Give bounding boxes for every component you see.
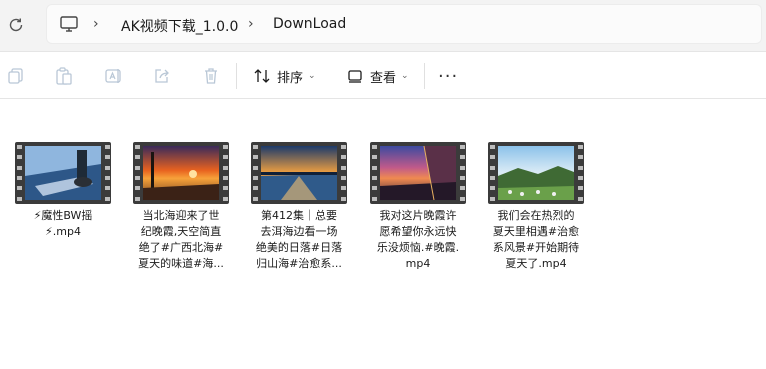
view-icon (348, 70, 362, 83)
toolbar-divider (424, 63, 425, 89)
file-name: 我们会在热烈的 夏天里相遇#治愈 系风景#开始期待 夏天了.mp4 (492, 209, 580, 270)
file-item[interactable]: 我们会在热烈的 夏天里相遇#治愈 系风景#开始期待 夏天了.mp4 (481, 142, 591, 272)
view-button[interactable]: 查看 ⌄ (346, 65, 409, 87)
command-bar: 排序 ⌄ 查看 ⌄ ··· (0, 53, 766, 99)
chevron-right-icon[interactable]: › (248, 16, 254, 32)
toolbar-divider (236, 63, 237, 89)
paste-icon[interactable] (54, 66, 74, 86)
this-pc-icon[interactable] (59, 15, 79, 33)
breadcrumb[interactable]: › AK视频下载_1.0.0 › DownLoad (46, 4, 762, 44)
file-name: 第412集｜总要 去洱海边看一场 绝美的日落#日落 归山海#治愈系... (255, 209, 343, 270)
chevron-down-icon: ⌄ (308, 71, 316, 81)
chevron-down-icon: ⌄ (401, 71, 409, 81)
file-item[interactable]: ⚡魔性BW摇 ⚡.mp4 (8, 142, 118, 240)
refresh-icon[interactable] (7, 16, 25, 34)
breadcrumb-item-download[interactable]: DownLoad (273, 16, 346, 32)
file-item[interactable]: 当北海迎来了世 纪晚霞,天空简直 绝了#广西北海# 夏天的味道#海... (126, 142, 236, 272)
file-name: 当北海迎来了世 纪晚霞,天空简直 绝了#广西北海# 夏天的味道#海... (138, 209, 224, 270)
file-item[interactable]: 第412集｜总要 去洱海边看一场 绝美的日落#日落 归山海#治愈系... (244, 142, 354, 272)
breadcrumb-item-ak-download[interactable]: AK视频下载_1.0.0 (121, 16, 238, 36)
address-bar: › AK视频下载_1.0.0 › DownLoad (0, 0, 766, 52)
rename-icon[interactable] (104, 66, 124, 86)
file-name: 我对这片晚霞许 愿希望你永远快 乐没烦恼.#晚霞. mp4 (376, 209, 460, 270)
file-name: ⚡魔性BW摇 ⚡.mp4 (33, 209, 93, 238)
share-icon[interactable] (152, 66, 172, 86)
video-thumbnail (251, 142, 347, 204)
video-thumbnail (370, 142, 466, 204)
view-label: 查看 (370, 70, 397, 86)
video-thumbnail (488, 142, 584, 204)
more-options-button[interactable]: ··· (438, 66, 458, 87)
video-thumbnail (15, 142, 111, 204)
sort-label: 排序 (277, 70, 304, 86)
delete-icon[interactable] (201, 66, 221, 86)
file-item[interactable]: 我对这片晚霞许 愿希望你永远快 乐没烦恼.#晚霞. mp4 (363, 142, 473, 272)
chevron-right-icon[interactable]: › (93, 16, 99, 32)
sort-button[interactable]: 排序 ⌄ (253, 65, 316, 87)
sort-icon (254, 69, 270, 83)
video-thumbnail (133, 142, 229, 204)
copy-icon[interactable] (6, 66, 26, 86)
